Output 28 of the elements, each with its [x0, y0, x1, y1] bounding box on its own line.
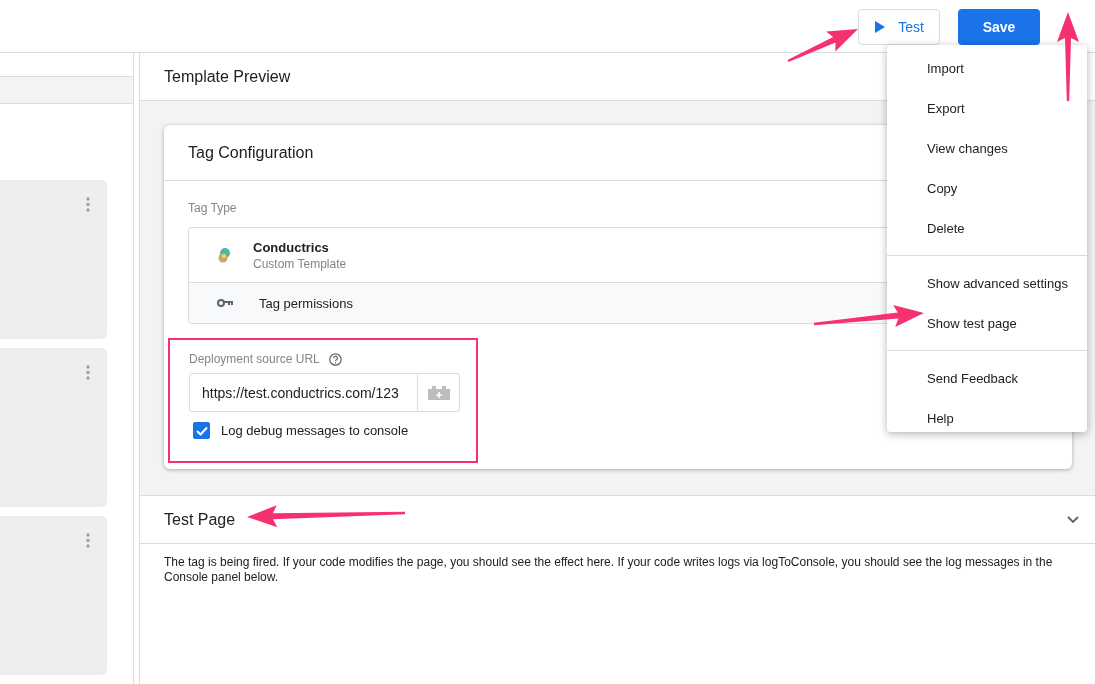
- test-button[interactable]: Test: [858, 9, 940, 45]
- menu-item[interactable]: Help: [887, 398, 1087, 438]
- tag-name: Conductrics: [253, 239, 330, 255]
- menu-item[interactable]: Copy: [887, 168, 1087, 208]
- debug-checkbox[interactable]: [193, 422, 210, 439]
- test-page-message: The tag is being fired. If your code modifies the page, you should see the effect here. If your code writes logs via logToConsole, you should see the log messages in the Console panel below.: [164, 555, 1054, 585]
- tag-type-label: Tag Type: [188, 201, 237, 215]
- url-label: Deployment source URL: [189, 352, 320, 366]
- card-title: Tag Configuration: [188, 143, 314, 162]
- menu-item[interactable]: View changes: [887, 128, 1087, 168]
- url-field[interactable]: https://test.conductrics.com/123: [189, 373, 460, 412]
- annotation-arrow: [787, 29, 858, 63]
- menu-item[interactable]: Send Feedback: [887, 358, 1087, 398]
- menu-item[interactable]: Export: [887, 88, 1087, 128]
- debug-checkbox-label: Log debug messages to console: [221, 423, 409, 438]
- more-options-icon[interactable]: [86, 365, 90, 380]
- template-logo-icon: [217, 246, 231, 264]
- save-button[interactable]: Save: [958, 9, 1040, 45]
- play-icon: [874, 20, 887, 34]
- key-icon: [217, 299, 233, 307]
- more-options-icon[interactable]: [86, 197, 90, 212]
- tag-subtitle: Custom Template: [253, 256, 347, 271]
- chevron-icon[interactable]: [1067, 515, 1079, 524]
- help-icon[interactable]: [328, 352, 342, 366]
- preview-title: Template Preview: [164, 67, 291, 86]
- menu-item[interactable]: Import: [887, 48, 1087, 88]
- menu-item[interactable]: Delete: [887, 208, 1087, 248]
- more-options-icon[interactable]: [86, 533, 90, 548]
